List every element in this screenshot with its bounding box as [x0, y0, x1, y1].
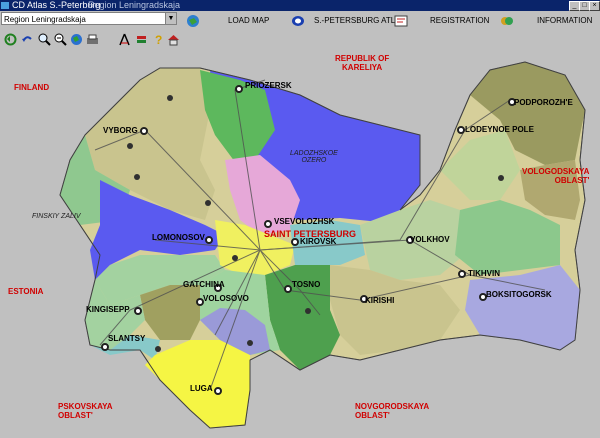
city-lomonosov[interactable]: LOMONOSOV [152, 233, 205, 242]
city-priozersk[interactable]: PRIOZERSK [245, 81, 292, 90]
city-slantsy[interactable]: SLANTSY [108, 334, 145, 343]
zoom-in-icon[interactable] [38, 33, 51, 46]
settlement-dot [232, 255, 238, 261]
city-marker[interactable] [457, 126, 465, 134]
city-gatchina[interactable]: GATCHINA [183, 280, 225, 289]
window-subtitle: Region Leningradskaja [88, 0, 181, 10]
city-kingisepp[interactable]: KINGISEPP [86, 305, 130, 314]
city-marker[interactable] [235, 85, 243, 93]
settlement-dot [205, 200, 211, 206]
city-kirishi[interactable]: KIRISHI [365, 296, 394, 305]
city-kirovsk[interactable]: KIROVSK [300, 237, 336, 246]
settlement-dot [155, 346, 161, 352]
back-icon[interactable] [4, 33, 17, 46]
atlas-button[interactable]: S.-PETERSBURG ATLAS [314, 16, 406, 25]
settlement-dot [167, 95, 173, 101]
region-select[interactable]: Region Leningradskaja ▼ [1, 12, 177, 25]
main-toolbar: Region Leningradskaja ▼ LOAD MAP S.-PETE… [0, 11, 600, 32]
close-button[interactable]: × [589, 1, 600, 11]
city-marker[interactable] [264, 220, 272, 228]
city-luga[interactable]: LUGA [190, 384, 213, 393]
settlement-dot [305, 308, 311, 314]
city-tosno[interactable]: TOSNO [292, 280, 320, 289]
label-gulf: FINSKIY ZALIV [32, 213, 81, 220]
tool-strip: ? [0, 32, 600, 50]
city-lodeynoe[interactable]: LODEYNOE POLE [465, 125, 534, 134]
registration-icon[interactable] [394, 14, 408, 28]
atlas-icon[interactable] [291, 14, 305, 28]
city-boksitogorsk[interactable]: BOKSITOGORSK [486, 290, 552, 299]
undo-icon[interactable] [21, 33, 34, 46]
city-volosovo[interactable]: VOLOSOVO [203, 294, 249, 303]
label-pskov: PSKOVSKAYA OBLAST' [58, 402, 113, 420]
chevron-down-icon[interactable]: ▼ [165, 13, 176, 24]
city-marker[interactable] [284, 285, 292, 293]
label-vologda: VOLOGODSKAYA OBLAST' [522, 167, 590, 185]
settlement-dot [498, 175, 504, 181]
label-ladoga: LADOZHSKOE OZERO [290, 150, 338, 164]
city-vsevolozhsk[interactable]: VSEVOLOZHSK [274, 217, 334, 226]
city-marker[interactable] [134, 307, 142, 315]
information-button[interactable]: INFORMATION [537, 16, 592, 25]
city-vyborg[interactable]: VYBORG [103, 126, 138, 135]
city-marker[interactable] [214, 387, 222, 395]
title-bar: CD Atlas S.-Peterburg Region Leningradsk… [0, 0, 600, 11]
city-podporozhye[interactable]: PODPOROZH'E [514, 98, 573, 107]
help-icon[interactable]: ? [152, 33, 165, 46]
city-volkhov[interactable]: VOLKHOV [410, 235, 450, 244]
city-marker[interactable] [205, 236, 213, 244]
city-tikhvin[interactable]: TIKHVIN [468, 269, 500, 278]
globe-icon[interactable] [70, 33, 83, 46]
load-map-button[interactable]: LOAD MAP [228, 16, 269, 25]
load-map-icon[interactable] [186, 14, 200, 28]
settlement-dot [127, 143, 133, 149]
city-marker[interactable] [291, 238, 299, 246]
label-karelia: REPUBLIK OF KARELIYA [335, 54, 390, 72]
layers-icon[interactable] [135, 33, 148, 46]
svg-text:?: ? [155, 33, 162, 46]
registration-button[interactable]: REGISTRATION [430, 16, 489, 25]
app-icon [1, 2, 9, 9]
zoom-out-icon[interactable] [54, 33, 67, 46]
city-marker[interactable] [458, 270, 466, 278]
settlement-dot [134, 174, 140, 180]
label-estonia: ESTONIA [8, 287, 44, 296]
information-icon[interactable] [500, 14, 514, 28]
settlement-dot [247, 340, 253, 346]
region-select-value: Region Leningradskaja [4, 15, 86, 24]
home-icon[interactable] [167, 33, 180, 46]
city-marker[interactable] [140, 127, 148, 135]
measure-icon[interactable] [118, 33, 131, 46]
region-map[interactable]: FINLAND REPUBLIK OF KARELIYA ESTONIA PSK… [0, 50, 600, 438]
city-marker[interactable] [101, 343, 109, 351]
label-novgorod: NOVGORODSKAYA OBLAST' [355, 402, 430, 420]
label-finland: FINLAND [14, 83, 50, 92]
print-icon[interactable] [86, 33, 99, 46]
